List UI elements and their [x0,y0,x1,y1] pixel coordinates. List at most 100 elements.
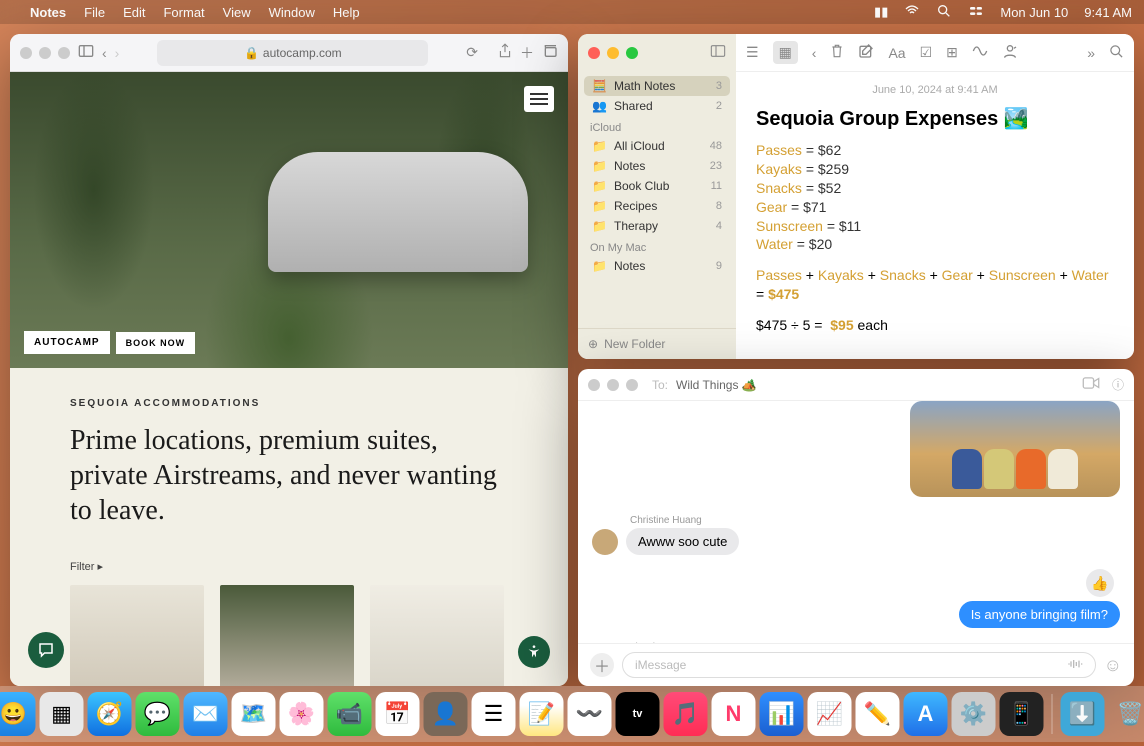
table-icon[interactable]: ⊞ [946,44,958,61]
menubar-time[interactable]: 9:41 AM [1084,5,1132,20]
folder-item[interactable]: 🧮Math Notes3 [584,76,730,96]
dock-reminders[interactable]: ☰ [472,692,516,736]
dock-notes[interactable]: 📝 [520,692,564,736]
url-field[interactable]: 🔒 autocamp.com [157,40,428,66]
menubar-app[interactable]: Notes [30,5,66,20]
book-now-button[interactable]: BOOK NOW [116,332,196,354]
dock-trash[interactable]: 🗑️ [1109,692,1144,736]
close-button[interactable] [20,47,32,59]
back-button[interactable]: ‹ [102,45,107,61]
dock-keynote[interactable]: 📊 [760,692,804,736]
dock-finder[interactable]: 😀 [0,692,36,736]
menu-file[interactable]: File [84,5,105,20]
notes-main: ☰ ▦ ‹ Aa ☑ ⊞ » June 10, 20 [736,34,1134,359]
accommodation-thumb[interactable] [370,585,504,686]
more-icon[interactable]: » [1087,45,1095,61]
message-bubble-out[interactable]: Is anyone bringing film? [959,601,1120,628]
accommodation-thumb[interactable] [220,585,354,686]
folder-item[interactable]: 👥Shared2 [584,96,730,116]
minimize-button[interactable] [607,47,619,59]
audio-message-icon[interactable] [1067,658,1083,673]
shared-photo[interactable] [910,401,1120,497]
new-tab-icon[interactable]: ＋ [520,43,534,63]
sidebar-toggle-icon[interactable] [710,44,726,63]
dock-music[interactable]: 🎵 [664,692,708,736]
forward-button[interactable]: › [115,45,120,61]
dock-launchpad[interactable]: ▦ [40,692,84,736]
folder-item[interactable]: 📁Therapy4 [584,216,730,236]
note-content[interactable]: June 10, 2024 at 9:41 AM Sequoia Group E… [736,72,1134,347]
dock-photos[interactable]: 🌸 [280,692,324,736]
message-input[interactable]: iMessage [622,652,1096,678]
close-button[interactable] [588,47,600,59]
dock-mail[interactable]: ✉️ [184,692,228,736]
dock-downloads[interactable]: ⬇️ [1061,692,1105,736]
filter-link[interactable]: Filter ▸ [70,560,508,573]
menu-format[interactable]: Format [163,5,204,20]
new-folder-button[interactable]: ⊕ New Folder [578,328,736,359]
add-attachment-button[interactable]: ＋ [590,653,614,677]
avatar[interactable] [592,529,618,555]
dock-tv[interactable]: tv [616,692,660,736]
sidebar-toggle-icon[interactable] [78,44,94,61]
dock-news[interactable]: N [712,692,756,736]
spotlight-icon[interactable] [936,3,952,22]
accessibility-fab[interactable] [518,636,550,668]
close-button[interactable] [588,379,600,391]
facetime-icon[interactable] [1082,376,1100,393]
zoom-button[interactable] [58,47,70,59]
dock-safari[interactable]: 🧭 [88,692,132,736]
info-icon[interactable]: ⓘ [1112,376,1124,393]
dock-numbers[interactable]: 📈 [808,692,852,736]
zoom-button[interactable] [626,47,638,59]
trash-icon[interactable] [830,43,844,62]
minimize-button[interactable] [39,47,51,59]
site-logo[interactable]: AUTOCAMP [24,331,110,354]
emoji-icon[interactable]: ☺ [1104,655,1122,676]
compose-icon[interactable] [858,43,874,62]
chat-fab[interactable] [28,632,64,668]
message-bubble-in[interactable]: Awww soo cute [626,528,739,555]
minimize-button[interactable] [607,379,619,391]
list-view-icon[interactable]: ☰ [746,44,759,61]
folder-item[interactable]: 📁Notes23 [584,156,730,176]
dock-contacts[interactable]: 👤 [424,692,468,736]
dock-freeform[interactable]: 〰️ [568,692,612,736]
folder-item[interactable]: 📁All iCloud48 [584,136,730,156]
dock-iphone-mirror[interactable]: 📱 [1000,692,1044,736]
hamburger-menu[interactable] [524,86,554,112]
dock-appstore[interactable]: A [904,692,948,736]
media-icon[interactable] [972,44,988,61]
dock-facetime[interactable]: 📹 [328,692,372,736]
reaction-bubble[interactable]: 👍 [1086,569,1114,597]
dock-calendar[interactable]: 📅 [376,692,420,736]
folder-item[interactable]: 📁Notes9 [584,256,730,276]
folder-item[interactable]: 📁Recipes8 [584,196,730,216]
back-icon[interactable]: ‹ [812,45,817,61]
checklist-icon[interactable]: ☑ [920,44,933,61]
dock-pages[interactable]: ✏️ [856,692,900,736]
menubar-date[interactable]: Mon Jun 10 [1000,5,1068,20]
format-icon[interactable]: Aa [888,45,905,61]
menu-view[interactable]: View [223,5,251,20]
conversation-name[interactable]: Wild Things 🏕️ [676,378,757,392]
tabs-icon[interactable] [542,44,558,61]
menu-edit[interactable]: Edit [123,5,145,20]
dock-maps[interactable]: 🗺️ [232,692,276,736]
search-icon[interactable] [1109,44,1124,62]
control-center-icon[interactable] [968,3,984,22]
menu-window[interactable]: Window [269,5,315,20]
reload-icon[interactable]: ⟳ [466,44,478,61]
wifi-icon[interactable] [904,3,920,22]
accommodation-thumb[interactable] [70,585,204,686]
folder-item[interactable]: 📁Book Club11 [584,176,730,196]
dock-messages[interactable]: 💬 [136,692,180,736]
dock-settings[interactable]: ⚙️ [952,692,996,736]
messages-body[interactable]: Christine HuangAwww soo cute👍Is anyone b… [578,401,1134,643]
share-icon[interactable] [498,43,512,62]
grid-view-icon[interactable]: ▦ [773,41,798,64]
zoom-button[interactable] [626,379,638,391]
battery-icon[interactable]: ▮▮ [874,4,888,20]
collab-icon[interactable] [1002,43,1018,62]
menu-help[interactable]: Help [333,5,360,20]
